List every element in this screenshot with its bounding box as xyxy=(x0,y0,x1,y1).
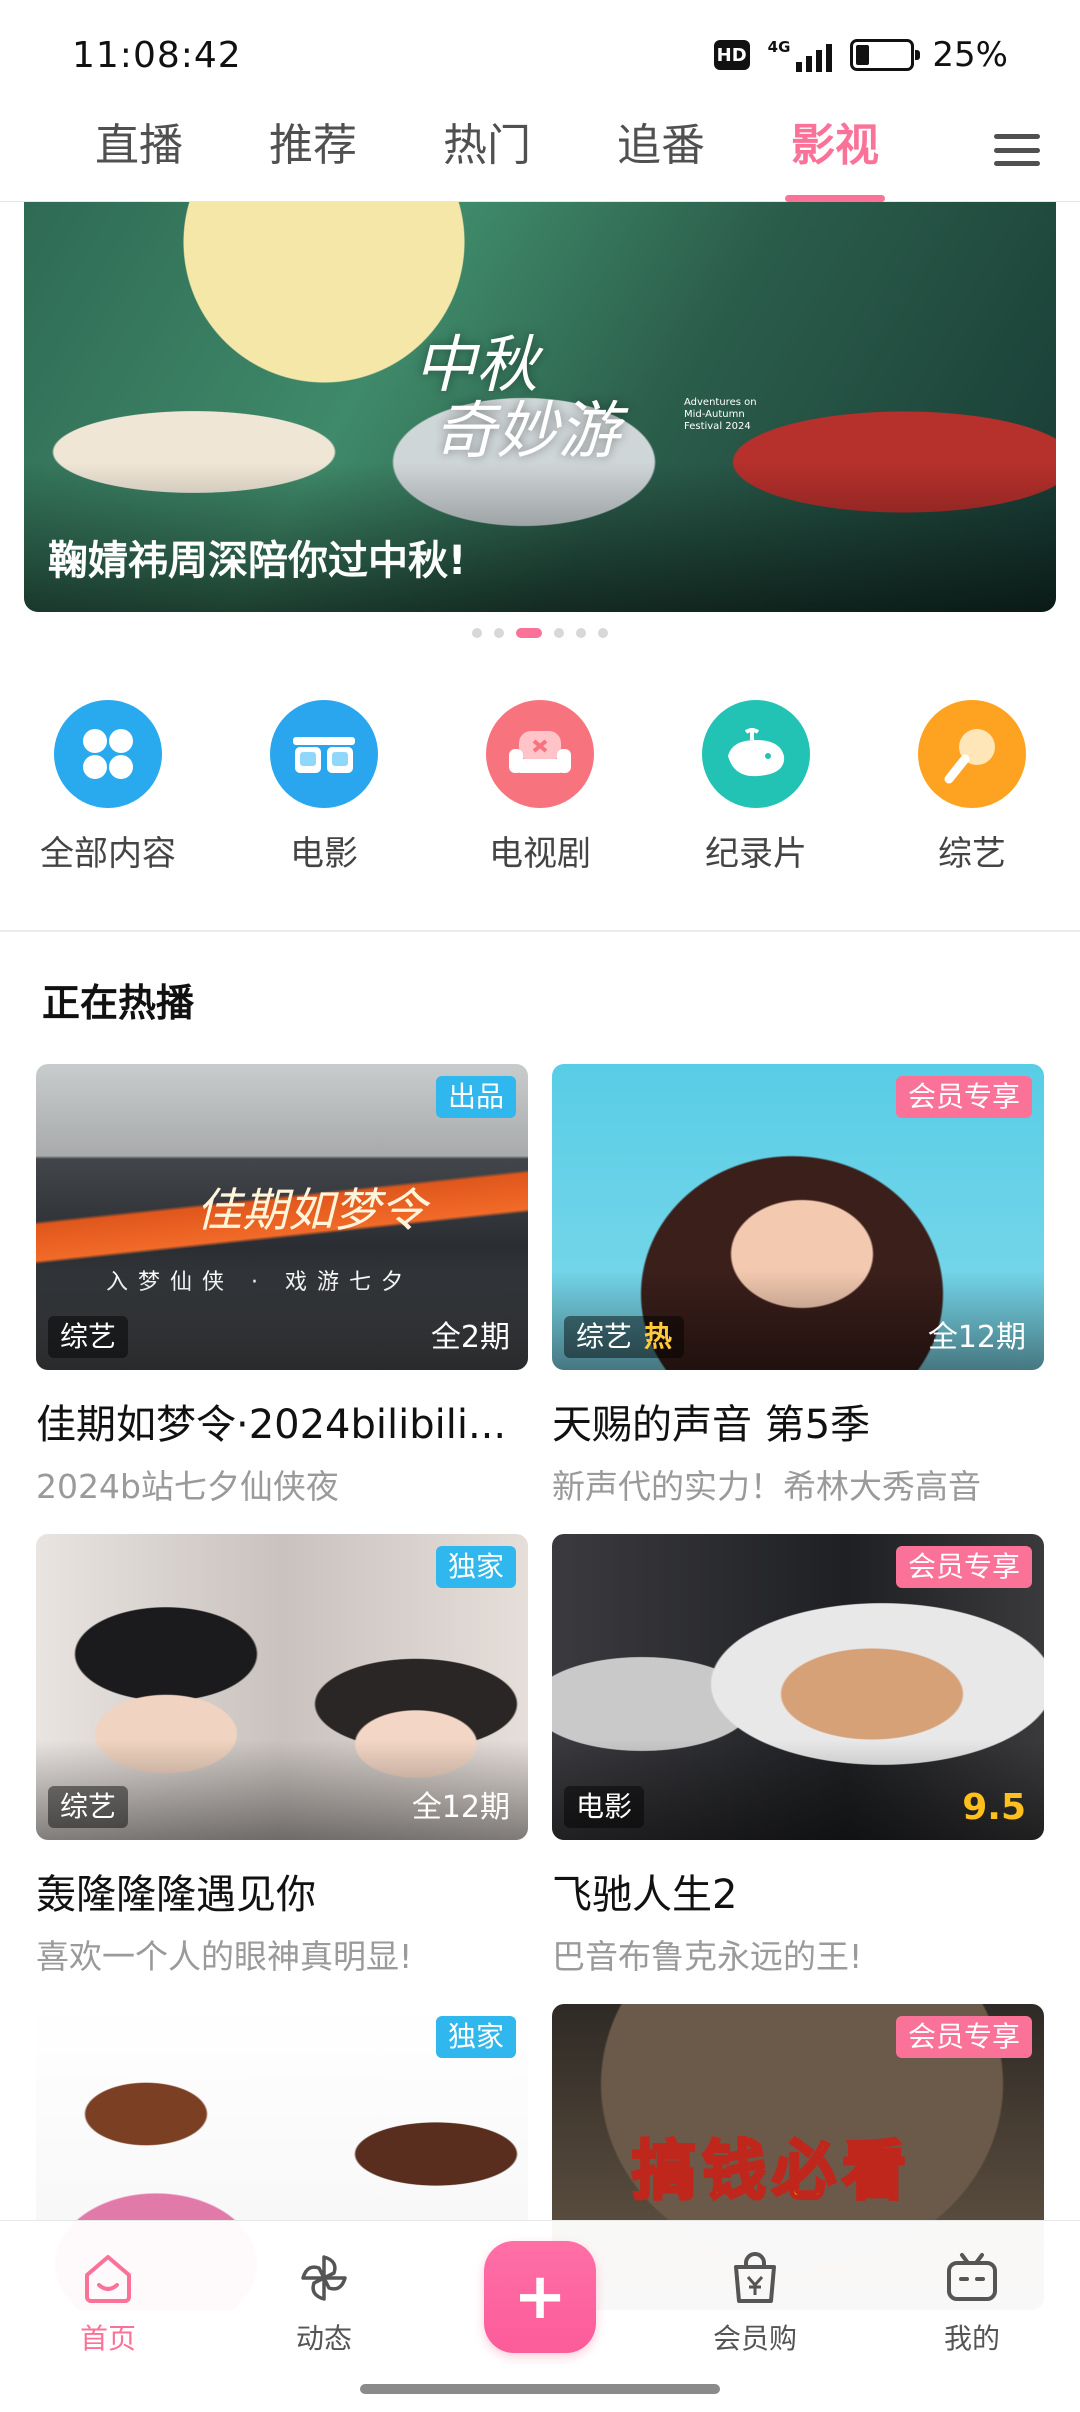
video-card[interactable]: 佳期如梦令 入梦仙侠 · 戏游七夕 出品 综艺 全2期 佳期如梦令·2024bi… xyxy=(36,1064,528,1508)
microphone-icon xyxy=(918,700,1026,808)
tab-anime[interactable]: 追番 xyxy=(574,110,748,202)
card-subtitle: 巴音布鲁克永远的王! xyxy=(552,1937,863,1976)
corner-badge: 会员专享 xyxy=(895,1076,1032,1118)
banner-caption: 鞠婧祎周深陪你过中秋! xyxy=(48,538,467,584)
genre-tag: 综艺 xyxy=(48,1316,129,1358)
banner-logo-line2: 奇妙游 xyxy=(434,394,621,467)
thumbnail-art-title: 佳期如梦令 xyxy=(196,1183,426,1237)
sofa-icon xyxy=(486,700,594,808)
nav-label: 首页 xyxy=(79,2322,136,2355)
genre-tag-label: 综艺 xyxy=(60,1320,117,1353)
battery-percent: 25% xyxy=(932,35,1008,75)
card-title: 飞驰人生2 xyxy=(552,1872,738,1918)
tv-icon xyxy=(947,2253,997,2301)
category-variety[interactable]: 综艺 xyxy=(892,700,1052,875)
tab-recommend[interactable]: 推荐 xyxy=(226,110,400,202)
status-time: 11:08:42 xyxy=(72,34,242,76)
cellular-signal-icon: 4G xyxy=(768,38,833,72)
carousel-dots xyxy=(0,628,1080,638)
tab-film-tv[interactable]: 影视 xyxy=(748,110,922,202)
corner-badge: 独家 xyxy=(435,1546,516,1588)
carousel-dot xyxy=(554,628,564,638)
section-title: 正在热播 xyxy=(42,981,195,1025)
nav-mine[interactable]: 我的 xyxy=(897,2249,1047,2357)
rating-score: 9.5 xyxy=(962,1787,1026,1828)
shopping-bag-icon xyxy=(734,2252,776,2303)
banner-logo-line1: 中秋 xyxy=(414,328,539,401)
video-card[interactable]: 会员专享 电影 9.5 飞驰人生2 巴音布鲁克永远的王! xyxy=(552,1534,1044,1978)
card-subtitle: 新声代的实力！希林大秀高音 xyxy=(552,1467,981,1506)
card-title: 轰隆隆隆遇见你 xyxy=(36,1872,316,1918)
nav-label: 动态 xyxy=(295,2322,352,2355)
section-divider xyxy=(0,930,1080,932)
hero-banner[interactable]: 中秋 奇妙游 Adventures on Mid-Autumn Festival… xyxy=(24,202,1056,612)
category-label: 综艺 xyxy=(938,834,1006,874)
status-bar: 11:08:42 HD 4G 25% xyxy=(0,0,1080,110)
battery-level xyxy=(856,45,870,65)
category-label: 全部内容 xyxy=(40,834,176,874)
genre-tag: 综艺 xyxy=(48,1786,129,1828)
corner-badge: 独家 xyxy=(435,2016,516,2058)
carousel-dot xyxy=(516,628,542,638)
category-movie[interactable]: 电影 xyxy=(244,700,404,875)
nav-label: 我的 xyxy=(943,2322,1000,2355)
status-icons: HD 4G 25% xyxy=(713,35,1008,75)
video-thumbnail: 独家 综艺 全12期 xyxy=(36,1534,528,1840)
episode-count: 全12期 xyxy=(927,1320,1026,1355)
banner-logo: 中秋 奇妙游 xyxy=(414,332,620,464)
pinwheel-icon xyxy=(301,2255,347,2301)
banner-logo-subtitle: Adventures on Mid-Autumn Festival 2024 xyxy=(684,397,757,432)
carousel-dot xyxy=(576,628,586,638)
nav-mall[interactable]: 会员购 xyxy=(680,2249,830,2357)
card-subtitle: 喜欢一个人的眼神真明显! xyxy=(36,1937,413,1976)
grid-icon xyxy=(54,700,162,808)
category-label: 电影 xyxy=(290,834,358,874)
card-title: 佳期如梦令·2024bilibili... xyxy=(36,1402,507,1448)
category-documentary[interactable]: 纪录片 xyxy=(676,700,836,875)
episode-count: 全12期 xyxy=(411,1790,510,1825)
network-type: 4G xyxy=(767,38,791,56)
video-thumbnail: 会员专享 综艺热 全12期 xyxy=(552,1064,1044,1370)
category-row: 全部内容 电影 电视剧 纪录片 综艺 xyxy=(0,700,1080,875)
carousel-dot xyxy=(472,628,482,638)
episode-count: 全2期 xyxy=(430,1320,510,1355)
nav-label: 会员购 xyxy=(712,2322,797,2355)
top-tab-bar: 直播 推荐 热门 追番 影视 xyxy=(0,110,1080,202)
nav-home[interactable]: 首页 xyxy=(33,2249,183,2357)
category-tv-series[interactable]: 电视剧 xyxy=(460,700,620,875)
genre-tag: 综艺热 xyxy=(564,1316,685,1358)
carousel-dot xyxy=(598,628,608,638)
battery-icon xyxy=(850,39,921,71)
category-all[interactable]: 全部内容 xyxy=(28,700,188,875)
genre-tag-label: 综艺 xyxy=(576,1320,633,1353)
corner-badge: 出品 xyxy=(435,1076,516,1118)
genre-tag-label: 综艺 xyxy=(60,1790,117,1823)
corner-badge: 会员专享 xyxy=(895,1546,1032,1588)
publish-button[interactable]: + xyxy=(484,2241,596,2353)
nav-dynamic[interactable]: 动态 xyxy=(249,2249,399,2357)
app-screen: { "status_bar": { "time": "11:08:42", "h… xyxy=(0,0,1080,2412)
whale-icon xyxy=(702,700,810,808)
tab-popular[interactable]: 热门 xyxy=(400,110,574,202)
video-thumbnail: 会员专享 电影 9.5 xyxy=(552,1534,1044,1840)
tab-live[interactable]: 直播 xyxy=(52,110,226,202)
video-thumbnail: 佳期如梦令 入梦仙侠 · 戏游七夕 出品 综艺 全2期 xyxy=(36,1064,528,1370)
card-subtitle: 2024b站七夕仙侠夜 xyxy=(36,1467,339,1506)
genre-tag-label: 电影 xyxy=(576,1790,633,1823)
hd-icon: HD xyxy=(713,40,750,70)
category-label: 电视剧 xyxy=(489,834,591,874)
video-card[interactable]: 会员专享 综艺热 全12期 天赐的声音 第5季 新声代的实力！希林大秀高音 xyxy=(552,1064,1044,1508)
home-icon xyxy=(85,2255,131,2303)
menu-icon[interactable] xyxy=(994,128,1040,172)
hot-label: 热 xyxy=(644,1320,673,1353)
card-title: 天赐的声音 第5季 xyxy=(552,1402,871,1448)
corner-badge: 会员专享 xyxy=(895,2016,1032,2058)
3d-glasses-icon xyxy=(270,700,378,808)
thumbnail-art-title: 搞钱必看 xyxy=(631,2134,912,2211)
video-card[interactable]: 独家 综艺 全12期 轰隆隆隆遇见你 喜欢一个人的眼神真明显! xyxy=(36,1534,528,1978)
carousel-dot xyxy=(494,628,504,638)
home-indicator[interactable] xyxy=(360,2384,720,2394)
category-label: 纪录片 xyxy=(705,834,807,874)
genre-tag: 电影 xyxy=(564,1786,645,1828)
